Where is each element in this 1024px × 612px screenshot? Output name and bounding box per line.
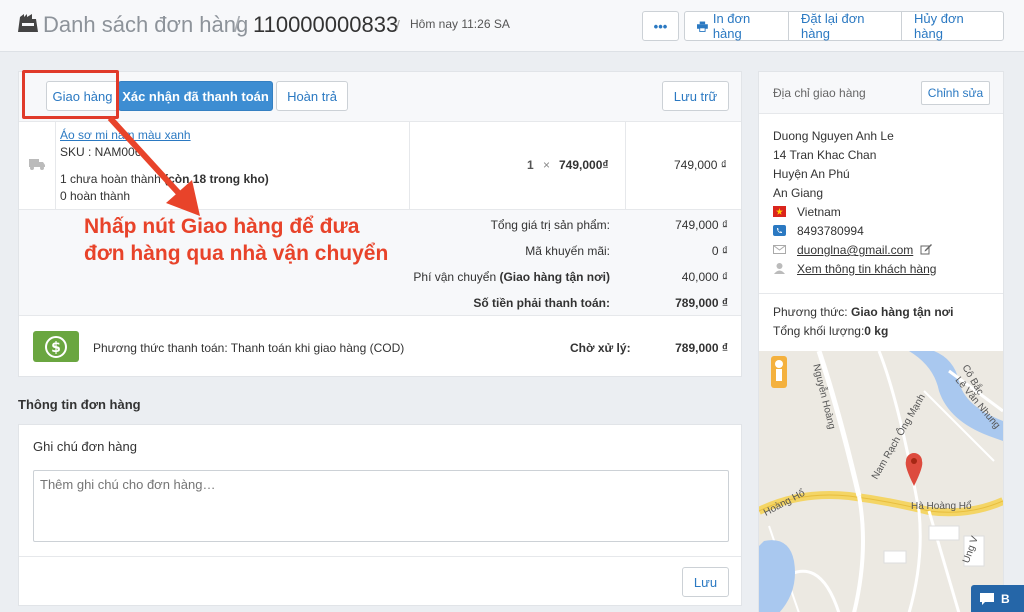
discount-value: 0 ₫ (711, 244, 728, 258)
line-item-row: Áo sơ mi nam màu xanh SKU : NAM006 1 chư… (19, 122, 741, 210)
customer-phone: 8493780994 (797, 224, 864, 238)
order-note-footer: Lưu (19, 556, 741, 606)
order-note-label: Ghi chú đơn hàng (33, 439, 137, 454)
unfulfilled-prefix: 1 chưa hoàn thành (60, 172, 161, 186)
fulfilled-count: 0 hoàn thành (60, 189, 131, 203)
column-divider (409, 122, 410, 210)
address-district: Huyện An Phú (773, 167, 850, 181)
chat-icon (980, 592, 994, 605)
shipping-fee-method: (Giao hàng tận nơi) (499, 270, 610, 284)
svg-text:$: $ (51, 340, 61, 356)
delivery-map[interactable]: Nguyễn Hoàng Nam Rạch Ông Mạnh Hà Hoàng … (759, 351, 1003, 612)
order-timestamp: Hôm nay 11:26 SA (410, 17, 510, 31)
order-id: 110000000833 (253, 12, 399, 37)
payment-amount: 789,000 ₫ (675, 341, 728, 355)
column-divider (55, 122, 56, 210)
user-icon (774, 263, 785, 274)
address-country: Vietnam (797, 205, 841, 219)
chat-label: B (1001, 591, 1010, 606)
total-weight-label: Tổng khối lượng: (773, 324, 865, 338)
address-street: 14 Tran Khac Chan (773, 148, 877, 162)
cash-icon: $ (33, 331, 79, 362)
payment-method-text: Phương thức thanh toán: Thanh toán khi g… (93, 341, 405, 355)
multiply-sign: × (543, 158, 551, 172)
confirm-paid-button[interactable]: Xác nhận đã thanh toán (118, 81, 273, 111)
breadcrumb-separator: / (234, 12, 241, 37)
column-divider (625, 122, 626, 210)
more-actions-button[interactable]: ••• (642, 11, 679, 41)
edit-address-button[interactable]: Chỉnh sửa (921, 81, 990, 105)
shipping-address-card: Địa chỉ giao hàng Chỉnh sửa Duong Nguyen… (758, 71, 1004, 612)
side-divider (759, 293, 1003, 294)
unit-price: 749,000₫ (559, 158, 609, 172)
shipping-fee-label: Phí vận chuyển (Giao hàng tận nơi) (413, 270, 610, 284)
customer-name: Duong Nguyen Anh Le (773, 129, 894, 143)
truck-icon (29, 159, 45, 170)
print-icon (697, 21, 708, 32)
print-order-button[interactable]: In đơn hàng (684, 11, 789, 41)
ship-button-highlight (22, 70, 119, 119)
total-value: 789,000 ₫ (675, 296, 728, 310)
payment-status-label: Chờ xử lý: (570, 341, 631, 355)
shipping-fee-prefix: Phí vận chuyển (413, 270, 500, 284)
unfulfilled-count: 1 chưa hoàn thành (còn 18 trong kho) (60, 172, 269, 186)
shipping-address-title: Địa chỉ giao hàng (773, 86, 866, 100)
breadcrumb-separator-small: / (396, 17, 400, 33)
product-link[interactable]: Áo sơ mi nam màu xanh (60, 128, 191, 142)
shipping-method-label: Phương thức: (773, 305, 851, 319)
order-note-input[interactable] (33, 470, 729, 542)
view-customer-link[interactable]: Xem thông tin khách hàng (797, 262, 936, 276)
total-weight-value: 0 kg (864, 324, 889, 338)
order-info-title: Thông tin đơn hàng (18, 397, 141, 412)
annotation-line-2: đơn hàng qua nhà vận chuyển (84, 242, 389, 265)
archive-button[interactable]: Lưu trữ (662, 81, 729, 111)
line-total: 749,000 ₫ (674, 158, 727, 172)
subtotal-label: Tổng giá trị sản phẩm: (490, 218, 610, 232)
email-icon (773, 245, 786, 254)
top-bar: Danh sách đơn hàng / 110000000833 / Hôm … (0, 0, 1024, 52)
product-sku: SKU : NAM006 (60, 145, 142, 159)
header-button-group: In đơn hàng Đặt lại đơn hàng Hủy đơn hàn… (684, 11, 1004, 41)
chat-button[interactable]: B (971, 585, 1024, 612)
vietnam-flag-icon (773, 206, 786, 217)
total-label: Số tiền phải thanh toán: (473, 296, 610, 310)
print-order-label: In đơn hàng (712, 11, 751, 41)
annotation-text: Nhấp nút Giao hàng để đưa đơn hàng qua n… (84, 213, 388, 267)
reorder-button[interactable]: Đặt lại đơn hàng (788, 11, 902, 41)
dollar-circle-icon: $ (45, 335, 67, 358)
total-weight: Tổng khối lượng:0 kg (773, 324, 888, 338)
annotation-line-1: Nhấp nút Giao hàng để đưa (84, 215, 360, 238)
discount-label: Mã khuyến mãi: (525, 244, 610, 258)
order-actions-bar: Giao hàng Xác nhận đã thanh toán Hoàn tr… (19, 72, 741, 122)
page-title[interactable]: Danh sách đơn hàng (43, 12, 248, 38)
save-note-button[interactable]: Lưu (682, 567, 729, 597)
inbox-icon (18, 14, 38, 32)
cancel-order-button[interactable]: Hủy đơn hàng (901, 11, 1004, 41)
stock-remaining: (còn 18 trong kho) (160, 172, 269, 186)
shipping-method-value: Giao hàng tận nơi (850, 305, 954, 319)
refund-button[interactable]: Hoàn trả (276, 81, 348, 111)
shipping-fee-value: 40,000 ₫ (681, 270, 728, 284)
shipping-method: Phương thức: Giao hàng tận nơi (773, 305, 954, 319)
order-note-card: Ghi chú đơn hàng Lưu (18, 424, 742, 606)
shipping-address-header: Địa chỉ giao hàng Chỉnh sửa (759, 72, 1003, 114)
phone-icon (773, 225, 786, 236)
map-label: Hà Hoàng Hổ (911, 501, 972, 512)
address-province: An Giang (773, 186, 824, 200)
subtotal-value: 749,000 ₫ (675, 218, 728, 232)
edit-email-icon[interactable] (920, 243, 932, 255)
item-quantity: 1 (527, 158, 534, 172)
payment-row: $ Phương thức thanh toán: Thanh toán khi… (19, 317, 741, 377)
customer-email[interactable]: duonglna@gmail.com (797, 243, 913, 257)
